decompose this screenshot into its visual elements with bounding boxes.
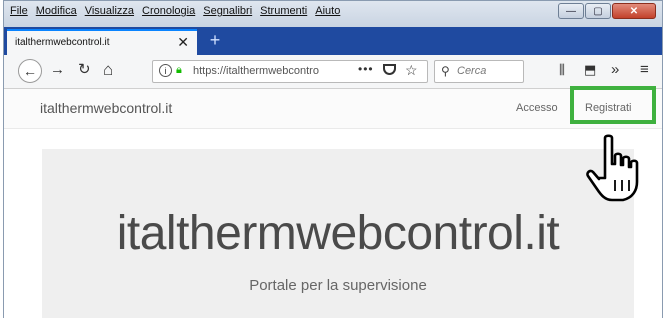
minimize-button[interactable]: —	[558, 3, 584, 19]
window-controls: — ▢ ✕	[558, 3, 656, 19]
hamburger-menu-icon[interactable]: ≡	[640, 62, 649, 78]
nav-link-accesso[interactable]: Accesso	[516, 102, 558, 114]
library-icon[interactable]: ⫼	[559, 62, 565, 78]
tab-title: italthermwebcontrol.it	[15, 37, 110, 48]
hero-section: italthermwebcontrol.it Portale per la su…	[42, 149, 634, 318]
pocket-icon[interactable]	[383, 64, 396, 75]
search-input[interactable]: ⚲ Cerca	[434, 60, 524, 83]
menu-items: File Modifica Visualizza Cronologia Segn…	[10, 5, 340, 17]
hero-title: italthermwebcontrol.it	[116, 207, 560, 260]
menu-modifica[interactable]: Modifica	[36, 5, 77, 17]
site-brand[interactable]: italthermwebcontrol.it	[40, 100, 172, 116]
tab-strip: italthermwebcontrol.it ✕ +	[4, 27, 662, 55]
menu-aiuto[interactable]: Aiuto	[315, 5, 340, 17]
page-actions-icon[interactable]: •••	[358, 62, 374, 76]
forward-icon[interactable]: →	[50, 61, 65, 79]
downloads-icon[interactable]: ⬒	[584, 62, 596, 78]
menu-file[interactable]: File	[10, 5, 28, 17]
url-text[interactable]: https://italthermwebcontro	[193, 65, 323, 77]
tab-active[interactable]: italthermwebcontrol.it ✕	[7, 29, 197, 55]
reload-icon[interactable]: ↻	[78, 61, 91, 79]
maximize-button[interactable]: ▢	[585, 3, 611, 19]
search-placeholder: Cerca	[457, 65, 487, 77]
back-button[interactable]: ←	[18, 59, 42, 83]
new-tab-button[interactable]: +	[204, 29, 226, 51]
menu-cronologia[interactable]: Cronologia	[142, 5, 195, 17]
info-icon[interactable]: i	[159, 64, 172, 77]
highlight-box	[570, 86, 656, 124]
navigation-toolbar: ← → ↻ ⌂ i 🔒︎ https://italthermwebcontro …	[4, 55, 662, 89]
tab-close-icon[interactable]: ✕	[177, 34, 189, 51]
menu-strumenti[interactable]: Strumenti	[260, 5, 307, 17]
overflow-icon[interactable]: »	[611, 62, 619, 78]
menu-visualizza[interactable]: Visualizza	[85, 5, 134, 17]
home-icon[interactable]: ⌂	[103, 61, 113, 79]
url-bar[interactable]: i 🔒︎ https://italthermwebcontro ••• ☆	[152, 60, 428, 83]
lock-icon[interactable]: 🔒︎	[176, 64, 182, 77]
menu-segnalibri[interactable]: Segnalibri	[203, 5, 252, 17]
hero-subtitle: Portale per la supervisione	[249, 277, 427, 294]
close-window-button[interactable]: ✕	[612, 3, 656, 19]
menu-bar: File Modifica Visualizza Cronologia Segn…	[4, 1, 662, 27]
site-navbar: italthermwebcontrol.it Accesso Registrat…	[4, 89, 662, 129]
hand-pointer-icon	[586, 134, 639, 202]
search-icon: ⚲	[441, 64, 450, 78]
web-page: italthermwebcontrol.it Accesso Registrat…	[4, 86, 662, 318]
bookmark-star-icon[interactable]: ☆	[405, 62, 418, 79]
